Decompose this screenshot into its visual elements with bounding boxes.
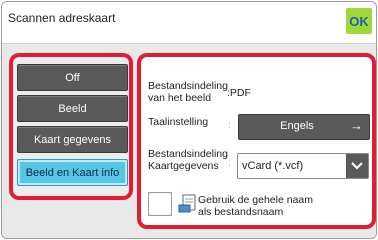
file-format-label: Bestandsindeling van het beeld — [148, 80, 228, 104]
card-format-select[interactable]: vCard (*.vcf) — [237, 153, 369, 179]
use-full-name-line1: Gebruik de gehele naam — [198, 194, 313, 206]
card-format-value: vCard (*.vcf) — [242, 160, 304, 172]
card-format-separator: : — [228, 158, 231, 169]
mode-off-button[interactable]: Off — [17, 64, 128, 91]
card-format-label-line1: Bestandsindeling — [148, 148, 228, 160]
use-full-name-checkbox[interactable] — [148, 192, 172, 216]
chevron-down-icon[interactable] — [346, 154, 368, 178]
language-label: Taalinstelling — [148, 116, 209, 128]
file-format-label-line2: van het beeld — [148, 92, 212, 104]
mode-card-data-button[interactable]: Kaart gegevens — [17, 126, 128, 153]
content-area: Off Beeld Kaart gegevens Beeld en Kaart … — [2, 44, 376, 238]
file-name-icon — [178, 194, 196, 214]
title-bar: Scannen adreskaart OK — [2, 2, 376, 44]
use-full-name-label: Gebruik de gehele naam als bestandsnaam — [198, 194, 313, 218]
page-title: Scannen adreskaart — [8, 11, 116, 25]
card-format-label-line2: Kaartgegevens — [148, 160, 219, 172]
language-separator: : — [228, 120, 231, 131]
file-format-label-line1: Bestandsindeling — [148, 80, 228, 92]
use-full-name-line2: als bestandsnaam — [198, 206, 284, 218]
mode-image-and-card-info-button[interactable]: Beeld en Kaart info — [17, 159, 128, 186]
language-button[interactable]: Engels → — [238, 114, 370, 140]
mode-image-button[interactable]: Beeld — [17, 95, 128, 122]
window: Scannen adreskaart OK Off Beeld Kaart ge… — [1, 1, 377, 239]
ok-button[interactable]: OK — [346, 8, 372, 34]
arrow-right-icon: → — [350, 118, 363, 133]
file-format-value: :PDF — [227, 87, 251, 99]
language-value: Engels — [280, 120, 314, 132]
card-format-label: Bestandsindeling Kaartgegevens — [148, 148, 228, 172]
